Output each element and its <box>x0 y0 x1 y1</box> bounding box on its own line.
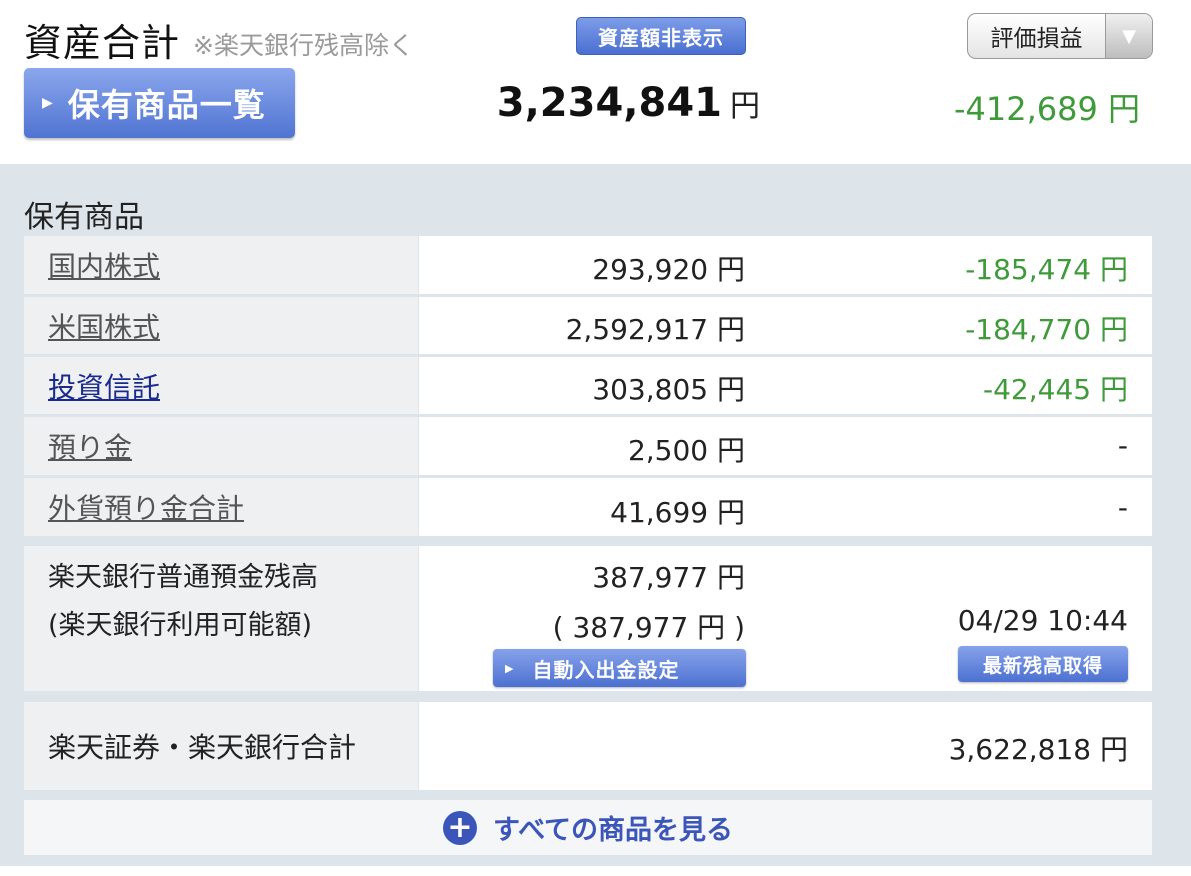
holding-value-cell: 303,805 円 -42,445 円 <box>419 357 1152 414</box>
grand-total-amount: 3,622,818 円 <box>948 733 1128 766</box>
holding-link-domestic-stocks[interactable]: 国内株式 <box>48 245 160 285</box>
holding-link-foreign-deposits[interactable]: 外貨預り金合計 <box>48 487 244 527</box>
bank-balance-cell: 387,977 円 ( 387,977 円 ) ▶ 自動入出金設定 04/29 … <box>419 546 1152 691</box>
holding-amount: 2,500 円 <box>627 434 745 467</box>
chevron-down-icon: ▼ <box>1105 14 1152 58</box>
holding-value-cell: 41,699 円 - <box>419 478 1152 536</box>
holding-gain: -184,770 円 <box>965 313 1128 346</box>
holding-label-cell: 投資信託 <box>24 357 418 414</box>
hide-amount-button[interactable]: 資産額非表示 <box>576 17 746 55</box>
see-all-label: すべての商品を見る <box>492 815 734 846</box>
holding-link-us-stocks[interactable]: 米国株式 <box>48 306 160 346</box>
bank-updated-time: 04/29 10:44 <box>957 604 1128 637</box>
auto-transfer-label: 自動入出金設定 <box>532 657 680 682</box>
holding-label-cell: 預り金 <box>24 417 418 475</box>
total-gain-value: -412,689 円 <box>953 90 1140 128</box>
bank-balance-amount: 387,977 円 <box>592 561 745 594</box>
holding-label-cell: 国内株式 <box>24 236 418 294</box>
bank-balance-label: 楽天銀行普通預金残高 (楽天銀行利用可能額) <box>24 546 418 691</box>
holdings-list-button[interactable]: ▶ 保有商品一覧 <box>24 68 295 138</box>
bank-label-line1: 楽天銀行普通預金残高 <box>48 562 318 593</box>
holding-label-cell: 米国株式 <box>24 297 418 354</box>
holding-link-mutual-funds[interactable]: 投資信託 <box>48 366 160 406</box>
holding-gain: - <box>1117 491 1128 524</box>
grand-total-label: 楽天証券・楽天銀行合計 <box>24 702 418 790</box>
holding-amount: 2,592,917 円 <box>565 313 745 346</box>
section-title: 保有商品 <box>24 200 144 235</box>
holding-value-cell: 2,500 円 - <box>419 417 1152 475</box>
bank-available-amount: ( 387,977 円 ) <box>552 611 745 644</box>
display-mode-select[interactable]: 評価損益 ▼ <box>967 13 1153 59</box>
see-all-products-button[interactable]: + すべての商品を見る <box>24 800 1152 855</box>
holding-gain: -42,445 円 <box>983 373 1128 406</box>
bank-label-line2: (楽天銀行利用可能額) <box>48 610 313 641</box>
auto-transfer-settings-button[interactable]: ▶ 自動入出金設定 <box>493 649 746 687</box>
holding-value-cell: 2,592,917 円 -184,770 円 <box>419 297 1152 354</box>
play-triangle-icon: ▶ <box>505 661 515 675</box>
select-value: 評価損益 <box>990 26 1083 52</box>
play-triangle-icon: ▶ <box>42 95 54 111</box>
bottom-strip <box>0 866 1191 876</box>
grand-total-cell: 3,622,818 円 <box>419 702 1152 790</box>
holdings-list-label: 保有商品一覧 <box>67 86 266 124</box>
total-assets-unit: 円 <box>730 89 760 124</box>
refresh-balance-button[interactable]: 最新残高取得 <box>958 646 1128 682</box>
holding-gain: - <box>1117 429 1128 462</box>
total-assets-amount: 3,234,841 <box>496 80 722 126</box>
plus-circle-icon: + <box>442 810 477 845</box>
holding-value-cell: 293,920 円 -185,474 円 <box>419 236 1152 294</box>
title-note: ※楽天銀行残高除く <box>193 31 414 60</box>
holding-label-cell: 外貨預り金合計 <box>24 478 418 536</box>
holding-amount: 293,920 円 <box>592 253 745 286</box>
total-assets-value: 3,234,841 円 <box>440 80 760 126</box>
holding-gain: -185,474 円 <box>965 253 1128 286</box>
page-title: 資産合計 <box>24 21 181 65</box>
holding-amount: 41,699 円 <box>610 496 745 529</box>
holding-link-deposits[interactable]: 預り金 <box>48 426 132 466</box>
holding-amount: 303,805 円 <box>592 373 745 406</box>
